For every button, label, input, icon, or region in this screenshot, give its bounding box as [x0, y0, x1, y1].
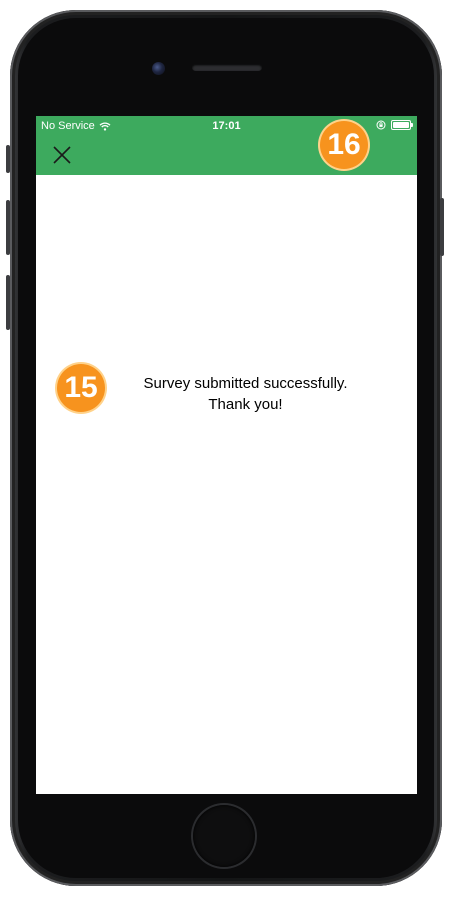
annotation-badge-header: 16: [320, 121, 368, 169]
status-right: [376, 120, 413, 130]
mute-switch: [6, 145, 10, 173]
volume-up-button: [6, 200, 10, 255]
page: No Service 17:01 16 Survey submitted suc…: [0, 0, 450, 900]
orientation-lock-icon: [376, 120, 386, 130]
close-icon[interactable]: [50, 143, 74, 167]
home-button[interactable]: [193, 805, 255, 867]
volume-down-button: [6, 275, 10, 330]
front-camera: [152, 62, 165, 75]
app-header: No Service 17:01 16: [36, 116, 417, 175]
earpiece-speaker: [192, 64, 262, 71]
battery-icon: [391, 120, 413, 130]
annotation-badge-message: 15: [57, 364, 105, 412]
power-button: [440, 198, 444, 256]
app-screen: No Service 17:01 16 Survey submitted suc…: [36, 116, 417, 794]
